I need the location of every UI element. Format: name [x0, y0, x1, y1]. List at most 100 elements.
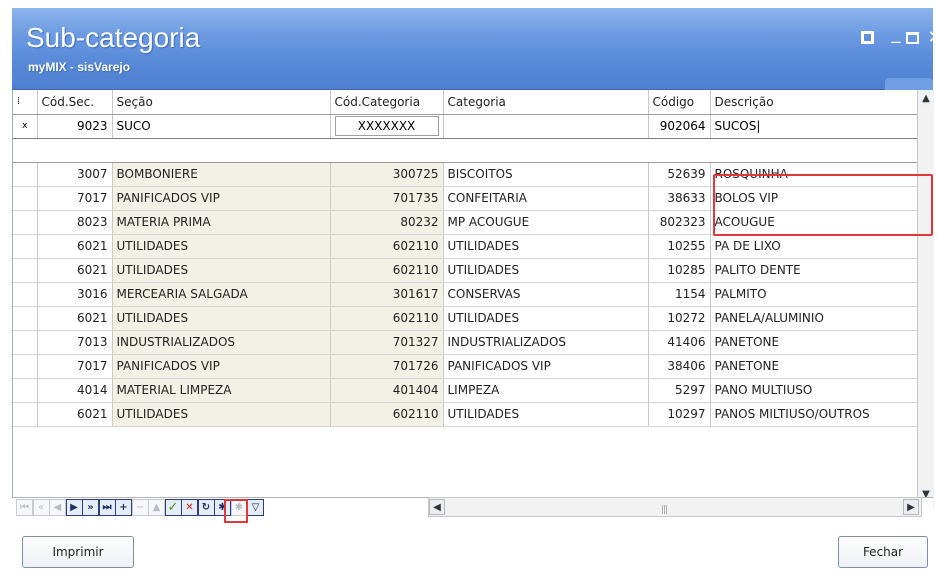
cell-categoria[interactable]: CONFEITARIA	[443, 186, 649, 211]
cell-descricao[interactable]: PA DE LIXO	[710, 234, 919, 259]
cell-secao[interactable]: MERCEARIA SALGADA	[112, 282, 331, 307]
nav-last-icon[interactable]: ⏭	[98, 499, 116, 516]
scroll-right-icon[interactable]: ▶	[903, 499, 919, 515]
cell-cod-categoria[interactable]: 602110	[330, 234, 444, 259]
nav-cancel-icon[interactable]: ✕	[181, 499, 198, 516]
cell-categoria[interactable]: INDUSTRIALIZADOS	[443, 330, 649, 355]
horizontal-scrollbar[interactable]: ◀ ||| ▶	[428, 497, 922, 517]
cell-secao[interactable]: UTILIDADES	[112, 234, 331, 259]
cell-categoria[interactable]: MP ACOUGUE	[443, 210, 649, 235]
nav-first-icon[interactable]: ⏮	[16, 499, 33, 516]
row-indicator[interactable]	[13, 234, 38, 259]
cell-codigo[interactable]: 10255	[648, 234, 711, 259]
row-indicator[interactable]	[13, 402, 38, 427]
cell-cod-categoria[interactable]: 300725	[330, 162, 444, 187]
cell-secao[interactable]: MATERIA PRIMA	[112, 210, 331, 235]
cell-cod-sec[interactable]: 3007	[37, 162, 113, 187]
cell-categoria[interactable]: UTILIDADES	[443, 258, 649, 283]
cell-codigo[interactable]: 38633	[648, 186, 711, 211]
cell-secao[interactable]: UTILIDADES	[112, 258, 331, 283]
cell-cod-sec[interactable]: 4014	[37, 378, 113, 403]
header-secao[interactable]: Seção	[112, 90, 331, 115]
cell-cod-categoria[interactable]: 602110	[330, 402, 444, 427]
row-indicator[interactable]	[13, 186, 38, 211]
nav-filter-icon[interactable]: ▽	[247, 499, 264, 516]
row-indicator[interactable]	[13, 330, 38, 355]
cell-descricao[interactable]: PANOS MILTIUSO/OUTROS	[710, 402, 919, 427]
table-row[interactable]: 7013 INDUSTRIALIZADOS 701327 INDUSTRIALIZAD…	[13, 330, 919, 355]
cell-cod-categoria[interactable]: 602110	[330, 258, 444, 283]
nav-insert-icon[interactable]: +	[115, 499, 132, 516]
table-row[interactable]: 6021 UTILIDADES 602110 UTILIDADES 10255 PA DE…	[13, 234, 919, 259]
nav-refresh-icon[interactable]: ↻	[197, 499, 215, 516]
nav-prior-icon[interactable]: ◀	[49, 499, 66, 516]
close-icon[interactable]: ✕	[927, 29, 937, 47]
cell-categoria[interactable]: UTILIDADES	[443, 234, 649, 259]
cell-secao[interactable]: UTILIDADES	[112, 306, 331, 331]
cell-codigo[interactable]: 10285	[648, 258, 711, 283]
cell-secao[interactable]: MATERIAL LIMPEZA	[112, 378, 331, 403]
cell-descricao[interactable]: PALMITO	[710, 282, 919, 307]
cell-cod-sec[interactable]: 7017	[37, 354, 113, 379]
cell-cod-categoria[interactable]: 401404	[330, 378, 444, 403]
cell-descricao[interactable]: PANO MULTIUSO	[710, 378, 919, 403]
filter-row[interactable]: x 9023 SUCO XXXXXXX 902064 SUCOS|	[13, 114, 919, 139]
cell-cod-sec[interactable]: 7013	[37, 330, 113, 355]
header-codigo[interactable]: Código	[648, 90, 711, 115]
filter-secao[interactable]: SUCO	[112, 114, 331, 139]
nav-next-page-icon[interactable]: »	[82, 499, 99, 516]
cell-codigo[interactable]: 802323	[648, 210, 711, 235]
table-row[interactable]: 3016 MERCEARIA SALGADA 301617 CONSERVAS 1154…	[13, 282, 919, 307]
cell-cod-categoria[interactable]: 701726	[330, 354, 444, 379]
row-indicator[interactable]	[13, 354, 38, 379]
table-row[interactable]: 6021 UTILIDADES 602110 UTILIDADES 10285 PALIT…	[13, 258, 919, 283]
cell-codigo[interactable]: 1154	[648, 282, 711, 307]
nav-post-icon[interactable]: ✓	[164, 499, 182, 516]
header-cod-sec[interactable]: Cód.Sec.	[37, 90, 113, 115]
filter-categoria[interactable]	[443, 114, 649, 139]
restore-icon[interactable]	[861, 30, 877, 46]
cell-cod-sec[interactable]: 8023	[37, 210, 113, 235]
cell-secao[interactable]: PANIFICADOS VIP	[112, 354, 331, 379]
header-descricao[interactable]: Descrição	[710, 90, 919, 115]
cell-descricao[interactable]: PANETONE	[710, 354, 919, 379]
filter-descricao-value[interactable]: SUCOS	[715, 119, 757, 133]
table-row[interactable]: 6021 UTILIDADES 602110 UTILIDADES 10297 PANOS…	[13, 402, 919, 427]
row-indicator[interactable]	[13, 306, 38, 331]
cell-codigo[interactable]: 5297	[648, 378, 711, 403]
filter-cod-categoria[interactable]: XXXXXXX	[330, 114, 444, 139]
cell-codigo[interactable]: 52639	[648, 162, 711, 187]
cell-cod-categoria[interactable]: 602110	[330, 306, 444, 331]
cell-cod-categoria[interactable]: 80232	[330, 210, 444, 235]
cell-descricao[interactable]: PANELA/ALUMINIO	[710, 306, 919, 331]
cell-cod-sec[interactable]: 6021	[37, 402, 113, 427]
table-row[interactable]: 4014 MATERIAL LIMPEZA 401404 LIMPEZA 5297 PAN…	[13, 378, 919, 403]
cell-secao[interactable]: INDUSTRIALIZADOS	[112, 330, 331, 355]
scroll-left-icon[interactable]: ◀	[429, 499, 445, 515]
column-chooser-icon[interactable]: ⁞	[13, 90, 38, 115]
cell-secao[interactable]: UTILIDADES	[112, 402, 331, 427]
maximize-icon[interactable]	[906, 30, 922, 46]
cell-cod-sec[interactable]: 3016	[37, 282, 113, 307]
cell-codigo[interactable]: 38406	[648, 354, 711, 379]
cell-categoria[interactable]: UTILIDADES	[443, 306, 649, 331]
row-indicator[interactable]	[13, 210, 38, 235]
nav-delete-icon[interactable]: −	[131, 499, 149, 516]
cell-secao[interactable]: PANIFICADOS VIP	[112, 186, 331, 211]
cell-cod-sec[interactable]: 6021	[37, 258, 113, 283]
cell-cod-categoria[interactable]: 701735	[330, 186, 444, 211]
cell-categoria[interactable]: BISCOITOS	[443, 162, 649, 187]
cell-cod-sec[interactable]: 6021	[37, 234, 113, 259]
cell-cod-sec[interactable]: 6021	[37, 306, 113, 331]
data-grid[interactable]: ⁞ Cód.Sec. Seção Cód.Categoria Categoria…	[12, 90, 934, 510]
cell-categoria[interactable]: PANIFICADOS VIP	[443, 354, 649, 379]
nav-next-icon[interactable]: ▶	[65, 499, 83, 516]
minimize-icon[interactable]: _	[888, 25, 904, 43]
row-indicator[interactable]	[13, 258, 38, 283]
nav-edit-icon[interactable]: ▲	[148, 499, 165, 516]
cell-codigo[interactable]: 10297	[648, 402, 711, 427]
filter-cod-categoria-input[interactable]: XXXXXXX	[334, 116, 439, 136]
filter-descricao-input[interactable]: SUCOS|	[710, 114, 919, 139]
cell-cod-sec[interactable]: 7017	[37, 186, 113, 211]
vertical-scrollbar[interactable]: ▲ ▼	[917, 90, 934, 510]
